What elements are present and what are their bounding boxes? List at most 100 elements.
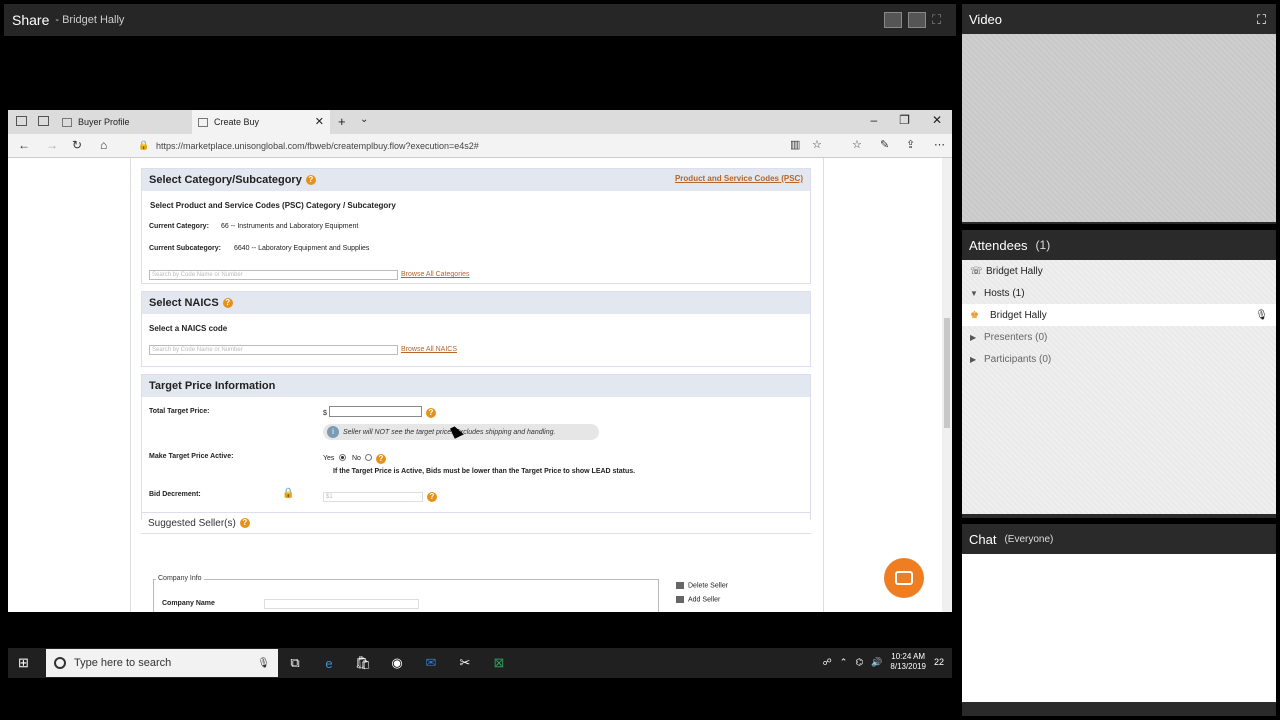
set-aside-tabs-icon[interactable] xyxy=(38,116,49,126)
help-icon[interactable]: ? xyxy=(426,408,436,418)
restore-icon[interactable]: ❐ xyxy=(899,113,910,127)
outlook-icon[interactable]: ✉ xyxy=(414,655,448,671)
help-icon[interactable]: ? xyxy=(376,454,386,464)
expand-icon[interactable]: ⛶ xyxy=(1257,12,1266,28)
yes-label: Yes xyxy=(323,455,335,462)
store-icon[interactable]: 🛍 xyxy=(346,655,380,671)
windows-taskbar: ⊞ Type here to search 🎙 ⧉ e 🛍 ◉ ✉ ✂ ⊠ ☍ … xyxy=(8,648,952,678)
url-field[interactable]: https://marketplace.unisonglobal.com/fbw… xyxy=(156,141,479,151)
create-buy-form: Select Category/Subcategory ? Product an… xyxy=(130,158,824,612)
panel-title: Video xyxy=(969,11,1003,27)
network-icon[interactable]: ⌬ xyxy=(855,657,863,668)
hosts-group[interactable]: ▼ Hosts (1) xyxy=(962,282,1276,304)
yes-radio[interactable] xyxy=(339,454,346,461)
cortana-icon xyxy=(54,657,66,669)
caller-row[interactable]: ☏ Bridget Hally xyxy=(962,260,1276,282)
page-icon xyxy=(62,117,72,127)
attendee-count: (1) xyxy=(1035,238,1051,252)
volume-icon[interactable]: 🔊 xyxy=(871,657,882,668)
chevron-down-icon[interactable]: ⌄ xyxy=(360,114,368,125)
company-info-legend: Company Info xyxy=(156,575,204,582)
chevron-up-icon[interactable]: ⌃ xyxy=(840,657,848,668)
target-price-input[interactable] xyxy=(329,406,422,417)
naics-search-input[interactable]: Search by Code Name or Number xyxy=(149,345,398,355)
host-row[interactable]: ♚ Bridget Hally 🎙 xyxy=(962,304,1276,326)
no-radio[interactable] xyxy=(365,454,372,461)
company-name-label: Company Name xyxy=(162,600,215,607)
share-icon[interactable]: ⇪ xyxy=(906,138,915,151)
currency-symbol: $ xyxy=(323,410,327,417)
shared-screen: Buyer Profile Create Buy ✕ + ⌄ – ❐ ✕ ← → xyxy=(4,36,956,716)
fullscreen-icon[interactable]: ⛶ xyxy=(932,12,950,28)
help-icon[interactable]: ? xyxy=(427,492,437,502)
add-seller-button[interactable]: Add Seller xyxy=(676,596,720,603)
help-icon[interactable]: ? xyxy=(239,518,250,528)
video-panel: Video ⛶ xyxy=(962,4,1276,224)
time-text: 10:24 AM xyxy=(891,652,926,661)
excel-icon[interactable]: ⊠ xyxy=(482,655,516,671)
favorites-hub-icon[interactable]: ☆ xyxy=(852,138,862,151)
refresh-icon[interactable]: ↻ xyxy=(72,138,82,152)
page-scrollbar[interactable] xyxy=(942,158,952,612)
system-tray: ☍ ⌃ ⌬ 🔊 10:24 AM 8/13/2019 22 xyxy=(823,652,944,672)
info-icon: i xyxy=(327,426,339,438)
tab-label: Buyer Profile xyxy=(78,117,130,127)
category-section: Select Category/Subcategory ? Product an… xyxy=(141,168,811,284)
psc-subheading: Select Product and Service Codes (PSC) C… xyxy=(150,201,396,210)
new-tab-icon[interactable]: + xyxy=(338,114,346,129)
target-price-header: Target Price Information xyxy=(142,375,810,397)
chrome-icon[interactable]: ◉ xyxy=(380,655,414,671)
fit-window-icon[interactable] xyxy=(908,12,926,28)
close-tab-icon[interactable]: ✕ xyxy=(315,115,324,128)
back-icon[interactable]: ← xyxy=(18,138,30,152)
bid-decrement-select[interactable]: $1 xyxy=(323,492,423,502)
microphone-icon[interactable]: 🎙 xyxy=(1255,310,1268,321)
windows-start-icon[interactable]: ⊞ xyxy=(18,655,38,671)
more-icon[interactable]: ⋯ xyxy=(934,138,945,151)
taskbar-search[interactable]: Type here to search 🎙 xyxy=(46,649,278,677)
browse-naics-link[interactable]: Browse All NAICS xyxy=(401,346,457,353)
favorite-star-icon[interactable]: ☆ xyxy=(812,138,822,151)
section-title: Select Category/Subcategory xyxy=(149,174,302,186)
group-label: Hosts (1) xyxy=(984,287,1025,299)
panel-title: Attendees xyxy=(969,237,1028,253)
tab-label: Create Buy xyxy=(214,117,260,127)
tab-create-buy[interactable]: Create Buy ✕ xyxy=(192,110,330,134)
minimize-icon[interactable]: – xyxy=(870,113,877,127)
support-chat-button[interactable] xyxy=(884,558,924,598)
reading-view-icon[interactable]: ▥ xyxy=(790,138,800,151)
help-icon[interactable]: ? xyxy=(305,175,316,185)
date-text: 8/13/2019 xyxy=(890,662,926,671)
chat-panel: Chat (Everyone) xyxy=(962,524,1276,716)
naics-subheading: Select a NAICS code xyxy=(149,324,228,333)
microphone-icon[interactable]: 🎙 xyxy=(257,658,270,669)
button-label: Delete Seller xyxy=(688,582,729,590)
chat-messages[interactable] xyxy=(962,554,1276,702)
task-view-icon[interactable]: ⧉ xyxy=(278,655,312,671)
category-search-input[interactable]: Search by Code Name or Number xyxy=(149,270,398,280)
notifications-icon[interactable]: 22 xyxy=(934,657,944,667)
layout-icon[interactable] xyxy=(884,12,902,28)
share-presenter-name: - Bridget Hally xyxy=(55,14,125,26)
clock[interactable]: 10:24 AM 8/13/2019 xyxy=(890,652,926,672)
forward-icon[interactable]: → xyxy=(46,138,58,152)
browse-categories-link[interactable]: Browse All Categories xyxy=(401,271,469,278)
home-icon[interactable]: ⌂ xyxy=(100,138,107,152)
edge-icon[interactable]: e xyxy=(312,656,346,671)
scroll-thumb[interactable] xyxy=(944,318,950,428)
tab-manager-icon[interactable] xyxy=(16,116,27,126)
help-icon[interactable]: ? xyxy=(222,298,233,308)
people-icon[interactable]: ☍ xyxy=(823,657,832,668)
pen-icon[interactable]: ✎ xyxy=(880,138,889,151)
psc-link[interactable]: Product and Service Codes (PSC) xyxy=(675,174,803,183)
snipping-tool-icon[interactable]: ✂ xyxy=(448,655,482,671)
close-icon[interactable]: ✕ xyxy=(932,113,942,127)
tab-buyer-profile[interactable]: Buyer Profile xyxy=(56,110,190,134)
delete-seller-button[interactable]: Delete Seller xyxy=(676,582,728,589)
panel-title: Chat xyxy=(969,531,997,547)
company-name-input[interactable] xyxy=(264,599,419,609)
presenters-group[interactable]: ▶ Presenters (0) xyxy=(962,326,1276,348)
share-header: Share - Bridget Hally ⛶ xyxy=(4,4,956,36)
participants-group[interactable]: ▶ Participants (0) xyxy=(962,348,1276,370)
expanded-arrow-icon: ▼ xyxy=(970,288,978,298)
